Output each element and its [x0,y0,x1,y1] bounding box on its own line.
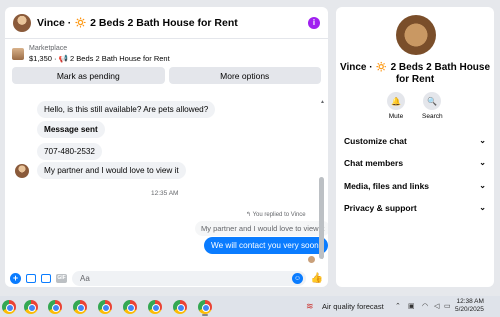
mute-button[interactable]: 🔔 Mute [387,92,405,120]
clock-time: 12:38 AM [456,298,484,305]
section-label: Privacy & support [344,203,417,213]
message-input[interactable]: Aa ☺ [72,270,306,286]
search-button[interactable]: 🔍 Search [422,92,443,120]
image-icon[interactable] [26,273,36,283]
message-list: ▲ Hello, is this still available? Are pe… [5,93,328,267]
plus-icon[interactable]: + [10,272,21,284]
mark-pending-button[interactable]: Mark as pending [12,67,165,84]
my-reply-bubble: We will contact you very soon. [204,237,328,254]
listing-thumbnail[interactable] [12,48,24,60]
volume-icon[interactable]: ◁ [434,302,439,310]
clock[interactable]: 12:38 AM 5/20/2025 [455,298,484,314]
more-options-button[interactable]: More options [168,67,321,84]
tray-chevron-icon[interactable]: ⌃ [395,302,401,310]
chat-panel: Vince · 🔅 2 Beds 2 Bath House for Rent i… [5,7,328,287]
gif-icon[interactable]: GIF [56,273,67,283]
sticker-icon[interactable] [41,273,51,283]
contact-avatar[interactable] [13,13,31,32]
composer: + GIF Aa ☺ 👍 [5,269,328,287]
chevron-down-icon: ⌄ [479,203,486,212]
chat-title[interactable]: Vince · 🔅 2 Beds 2 Bath House for Rent [37,16,308,29]
tray-app-icon[interactable]: ▣ [408,302,415,310]
chrome-app-icon[interactable] [24,300,38,314]
battery-icon[interactable]: ▭ [444,302,451,310]
info-panel: Vince · 🔅 2 Beds 2 Bath House for Rent 🔔… [336,7,494,287]
chrome-app-icon[interactable] [173,300,187,314]
listing-card: Marketplace $1,350 · 📢 2 Beds 2 Bath Hou… [5,40,328,92]
message-bubble: My partner and I would love to view it [37,162,186,179]
emoji-icon[interactable]: ☺ [292,272,303,284]
contact-photo[interactable] [396,15,436,55]
message-bubble: Message sent [37,121,105,138]
section-label: Media, files and links [344,181,430,191]
bell-icon: 🔔 [387,92,405,110]
section-label: Chat members [344,158,404,168]
scroll-up-icon[interactable]: ▲ [320,99,325,105]
chevron-down-icon: ⌄ [479,158,486,167]
section-label: Customize chat [344,136,407,146]
clock-date: 5/20/2025 [455,306,484,313]
air-quality-text[interactable]: Air quality forecast [322,302,384,311]
listing-price[interactable]: $1,350 · 📢 2 Beds 2 Bath House for Rent [29,54,170,64]
chrome-app-icon[interactable] [148,300,162,314]
active-app-indicator [202,314,208,316]
thumbs-up-icon[interactable]: 👍 [311,272,323,284]
mute-label: Mute [388,113,404,120]
sender-avatar[interactable] [15,164,29,178]
chrome-app-icon[interactable] [48,300,62,314]
reply-note-text: You replied to Vince [252,212,306,218]
air-quality-icon[interactable]: ≋ [306,301,314,312]
message-timestamp: 12:35 AM [151,190,179,197]
section-privacy-support[interactable]: Privacy & support ⌄ [344,203,486,213]
chrome-app-icon[interactable] [198,300,212,314]
section-media-files[interactable]: Media, files and links ⌄ [344,181,486,191]
chrome-app-icon[interactable] [2,300,16,314]
reply-note: ↰ You replied to Vince [246,212,306,218]
read-receipt [308,256,315,263]
chevron-down-icon: ⌄ [479,136,486,145]
taskbar: ≋ Air quality forecast ⌃ ▣ ◠ ◁ ▭ 12:38 A… [0,296,500,317]
chrome-app-icon[interactable] [98,300,112,314]
section-chat-members[interactable]: Chat members ⌄ [344,158,486,168]
chevron-down-icon: ⌄ [479,181,486,190]
listing-label: Marketplace [29,45,68,52]
scrollbar[interactable] [319,177,324,259]
replied-quote: My partner and I would love to view it [195,221,328,236]
search-icon: 🔍 [423,92,442,110]
message-placeholder: Aa [80,273,90,283]
section-customize-chat[interactable]: Customize chat ⌄ [344,136,486,146]
chrome-app-icon[interactable] [123,300,137,314]
search-label: Search [422,113,443,120]
chrome-app-icon[interactable] [73,300,87,314]
wifi-icon[interactable]: ◠ [422,302,428,310]
info-name: Vince · 🔅 2 Beds 2 Bath House for Rent [339,62,491,85]
info-icon[interactable]: i [308,16,320,29]
chat-header: Vince · 🔅 2 Beds 2 Bath House for Rent i [5,7,328,39]
message-bubble: 707-480-2532 [37,143,102,160]
message-bubble: Hello, is this still available? Are pets… [37,101,216,118]
